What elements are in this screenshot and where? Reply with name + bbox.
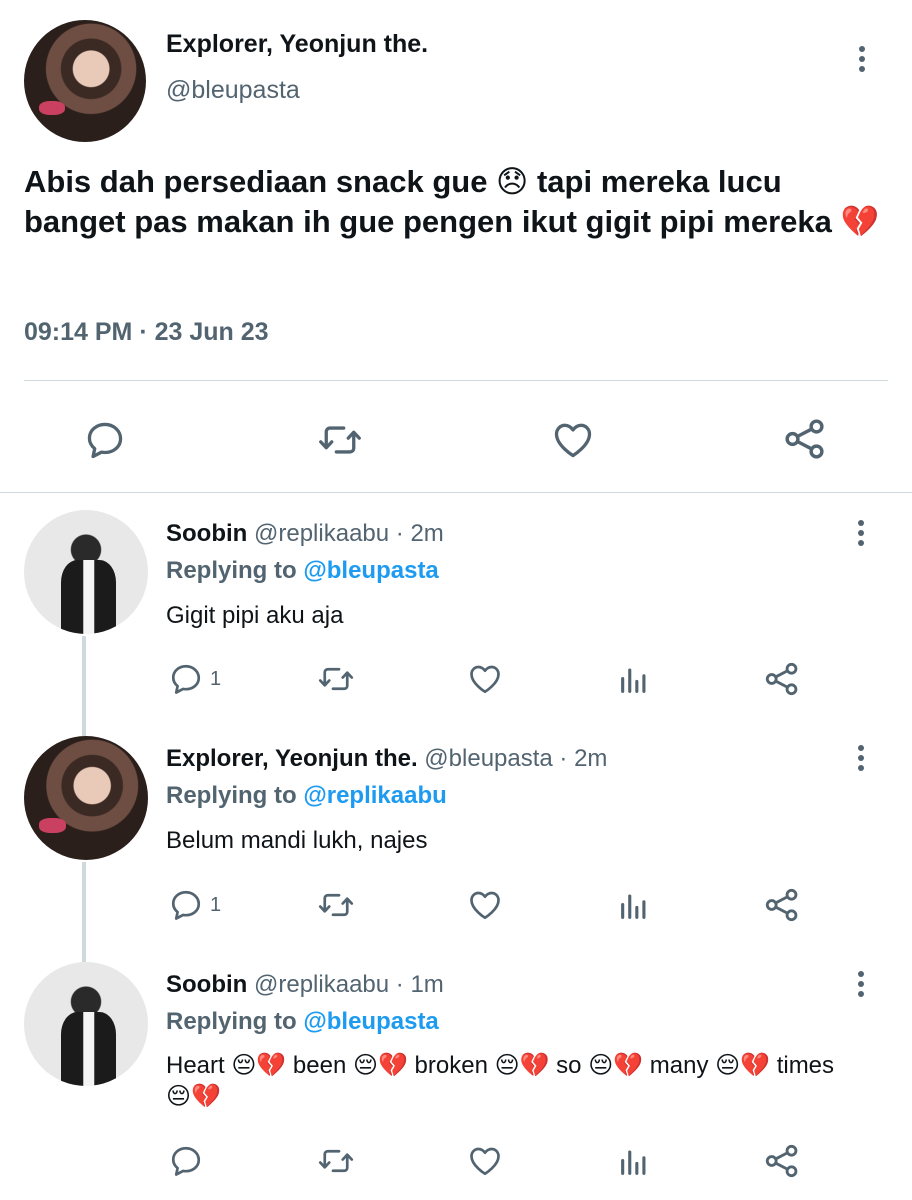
like-icon — [466, 661, 504, 697]
more-icon[interactable] — [849, 741, 873, 775]
main-tweet-display-name[interactable]: Explorer, Yeonjun the. — [166, 30, 428, 59]
analytics-icon — [617, 889, 651, 923]
thread-connector-line — [82, 636, 86, 736]
reply-3-avatar[interactable] — [24, 962, 148, 1086]
reply-1-like-button[interactable] — [466, 661, 504, 697]
replying-to-label: Replying to — [166, 782, 297, 809]
reply-1-separator: · — [389, 520, 411, 547]
main-retweet-button[interactable] — [317, 418, 363, 462]
reply-2-separator: · — [552, 745, 575, 772]
reply-2-replying-to: Replying to @replikaabu — [166, 782, 447, 810]
share-icon — [763, 660, 801, 698]
more-icon[interactable] — [849, 967, 873, 1001]
reply-2-text: Belum mandi lukh, najes — [166, 827, 428, 854]
reply-3-share-button[interactable] — [763, 1142, 801, 1180]
timestamp-separator: · — [132, 318, 155, 346]
main-tweet-handle[interactable]: @bleupasta — [166, 76, 300, 105]
share-icon — [782, 416, 828, 462]
tweet-time: 09:14 PM — [24, 318, 133, 346]
reply-1-share-button[interactable] — [763, 660, 801, 698]
reply-2-share-button[interactable] — [763, 886, 801, 924]
more-icon[interactable] — [849, 516, 873, 550]
reply-2-age[interactable]: 2m — [574, 745, 607, 772]
reply-icon — [168, 1143, 204, 1179]
divider — [0, 492, 912, 493]
replying-to-link[interactable]: @bleupasta — [303, 557, 438, 584]
reply-1-reply-button[interactable]: 1 — [168, 661, 221, 697]
analytics-icon — [617, 1145, 651, 1179]
reply-3-header: Soobin @replikaabu · 1m — [166, 971, 444, 999]
reply-2-display-name[interactable]: Explorer, Yeonjun the. — [166, 745, 418, 772]
reply-2-handle[interactable]: @bleupasta — [424, 745, 552, 772]
reply-count: 1 — [210, 667, 222, 690]
main-like-button[interactable] — [550, 418, 596, 462]
retweet-icon — [316, 887, 356, 923]
reply-2-like-button[interactable] — [466, 887, 504, 923]
reply-1-analytics-button[interactable] — [617, 663, 651, 697]
tweet-date: 23 Jun 23 — [154, 318, 269, 346]
retweet-icon — [316, 1143, 356, 1179]
reply-1-retweet-button[interactable] — [316, 661, 356, 697]
main-reply-button[interactable] — [83, 418, 127, 462]
reply-3-analytics-button[interactable] — [617, 1145, 651, 1179]
reply-1-text: Gigit pipi aku aja — [166, 602, 344, 629]
reply-icon — [168, 887, 204, 923]
reply-icon — [83, 418, 127, 462]
reply-3-retweet-button[interactable] — [316, 1143, 356, 1179]
share-icon — [763, 886, 801, 924]
reply-2-header: Explorer, Yeonjun the. @bleupasta · 2m — [166, 745, 607, 773]
reply-1-header: Soobin @replikaabu · 2m — [166, 520, 444, 548]
more-icon[interactable] — [850, 42, 874, 76]
reply-3-handle[interactable]: @replikaabu — [254, 971, 389, 998]
reply-3-like-button[interactable] — [466, 1143, 504, 1179]
reply-2-retweet-button[interactable] — [316, 887, 356, 923]
reply-2-analytics-button[interactable] — [617, 889, 651, 923]
replying-to-label: Replying to — [166, 1008, 297, 1035]
reply-1-replying-to: Replying to @bleupasta — [166, 557, 439, 585]
share-icon — [763, 1142, 801, 1180]
reply-3-display-name[interactable]: Soobin — [166, 971, 247, 998]
reply-3-text: Heart 😔💔 been 😔💔 broken 😔💔 so 😔💔 many 😔💔… — [166, 1052, 835, 1110]
reply-icon — [168, 661, 204, 697]
reply-3-reply-button[interactable] — [168, 1143, 204, 1179]
tweet-timestamp[interactable]: 09:14 PM · 23 Jun 23 — [24, 318, 269, 347]
like-icon — [550, 418, 596, 462]
retweet-icon — [317, 418, 363, 462]
reply-1-display-name[interactable]: Soobin — [166, 520, 247, 547]
reply-1-avatar[interactable] — [24, 510, 148, 634]
thread-connector-line — [82, 862, 86, 962]
reply-3-age[interactable]: 1m — [410, 971, 443, 998]
main-tweet-avatar[interactable] — [24, 20, 146, 142]
reply-count: 1 — [210, 893, 222, 916]
like-icon — [466, 1143, 504, 1179]
reply-2-avatar[interactable] — [24, 736, 148, 860]
reply-1-handle[interactable]: @replikaabu — [254, 520, 389, 547]
replying-to-label: Replying to — [166, 557, 297, 584]
reply-3-separator: · — [389, 971, 411, 998]
reply-2-reply-button[interactable]: 1 — [168, 887, 221, 923]
replying-to-link[interactable]: @bleupasta — [303, 1008, 438, 1035]
retweet-icon — [316, 661, 356, 697]
main-tweet-text: Abis dah persediaan snack gue 😞 tapi mer… — [24, 164, 880, 239]
reply-1-age[interactable]: 2m — [410, 520, 443, 547]
analytics-icon — [617, 663, 651, 697]
reply-3-replying-to: Replying to @bleupasta — [166, 1008, 439, 1036]
main-share-button[interactable] — [782, 416, 828, 462]
replying-to-link[interactable]: @replikaabu — [303, 782, 446, 809]
divider — [24, 380, 888, 381]
like-icon — [466, 887, 504, 923]
